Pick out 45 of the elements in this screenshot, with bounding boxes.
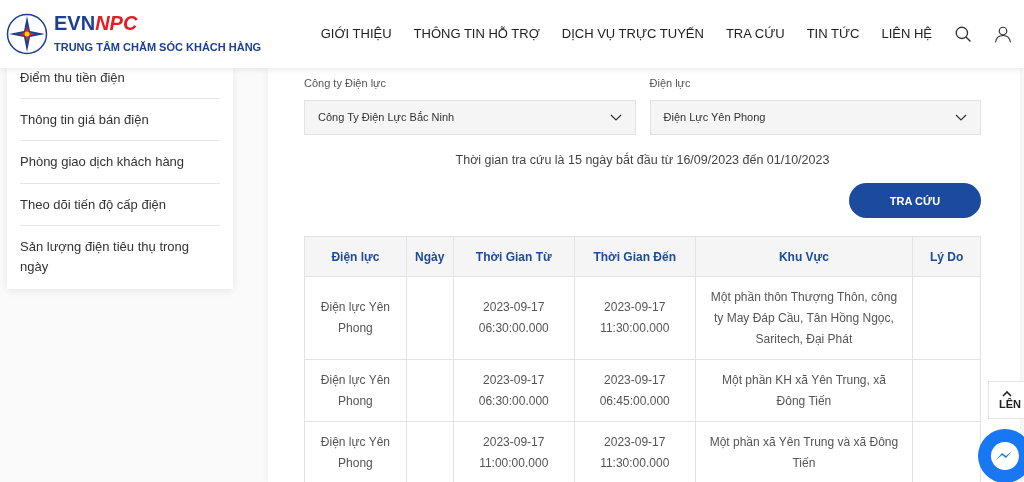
user-icon[interactable] bbox=[994, 25, 1012, 43]
column-header: Ngày bbox=[406, 236, 454, 277]
table-cell: 2023-09-17 06:30:00.000 bbox=[478, 372, 549, 408]
table-cell: 2023-09-17 06:45:00.000 bbox=[599, 372, 670, 408]
table-cell: 2023-09-17 11:00:00.000 bbox=[479, 434, 549, 470]
table-cell: Một phần thôn Thượng Thôn, công ty May Đáp Cầu, Tân Hồng Ngọc, Saritech, Đại Phát bbox=[710, 289, 898, 346]
column-header: Khu Vực bbox=[695, 236, 913, 277]
field-label: Công ty Điện lực bbox=[304, 76, 387, 91]
search-icon[interactable] bbox=[954, 25, 972, 43]
field-label: Điện lực bbox=[649, 76, 692, 91]
table-cell: Một phần xã Yên Trung và xã Đông Tiến bbox=[709, 434, 899, 470]
table-cell: 2023-09-17 11:30:00.000 bbox=[600, 434, 670, 470]
sidebar-item[interactable]: Phòng giao dịch khách hàng bbox=[20, 141, 220, 184]
table-cell: 2023-09-17 11:30:00.000 bbox=[600, 300, 670, 336]
table-cell: Điện lực Yên Phong bbox=[320, 372, 390, 408]
select-field[interactable]: Công Ty Điện Lực Bắc Ninh bbox=[304, 99, 636, 135]
table-cell: 2023-09-17 06:30:00.000 bbox=[478, 300, 549, 336]
select-field[interactable]: Điện Lực Yên Phong bbox=[649, 99, 981, 135]
column-header: Thời Gian Từ bbox=[453, 236, 575, 277]
nav-link[interactable]: GIỚI THIỆU bbox=[320, 24, 392, 44]
table-cell: Điện lực Yên Phong bbox=[320, 300, 390, 336]
search-button[interactable]: TRA CỨU bbox=[849, 183, 981, 219]
brand-tagline: TRUNG TÂM CHĂM SÓC KHÁCH HÀNG bbox=[54, 39, 262, 55]
table-cell: Điện lực Yên Phong bbox=[320, 434, 390, 470]
sidebar-item[interactable]: Theo dõi tiến độ cấp điện bbox=[20, 183, 220, 226]
nav-link[interactable]: THÔNG TIN HỖ TRỢ bbox=[413, 24, 540, 44]
brand-name: EVNNPC bbox=[54, 12, 139, 33]
column-header: Lý Do bbox=[912, 236, 981, 277]
chevron-down-icon bbox=[955, 113, 967, 121]
logo-icon bbox=[6, 13, 48, 55]
sidebar-item[interactable]: Điểm thu tiền điện bbox=[20, 68, 220, 99]
nav-link[interactable]: LIÊN HỆ bbox=[881, 24, 932, 44]
column-header: Thời Gian Đến bbox=[574, 236, 696, 277]
messenger-icon[interactable] bbox=[978, 429, 1024, 482]
notice-text: Thời gian tra cứu là 15 ngày bắt đầu từ 16/09/2023 đến 01/10/2023 bbox=[454, 151, 831, 169]
sidebar-item[interactable]: Thông tin giá bán điện bbox=[20, 98, 220, 141]
table-cell: Một phần KH xã Yên Trung, xã Đông Tiến bbox=[722, 372, 886, 408]
nav-link[interactable]: TIN TỨC bbox=[806, 24, 860, 44]
caret-up-icon bbox=[1002, 390, 1012, 397]
back-to-top-button[interactable]: LÊN bbox=[988, 381, 1024, 419]
nav-link[interactable]: TRA CỨU bbox=[725, 24, 785, 44]
sidebar-item[interactable]: Sản lượng điện tiêu thụ trong ngày bbox=[20, 226, 220, 287]
chevron-down-icon bbox=[609, 113, 622, 121]
nav-link[interactable]: DỊCH VỤ TRỰC TUYẾN bbox=[561, 24, 704, 44]
column-header: Điện lực bbox=[304, 236, 407, 277]
